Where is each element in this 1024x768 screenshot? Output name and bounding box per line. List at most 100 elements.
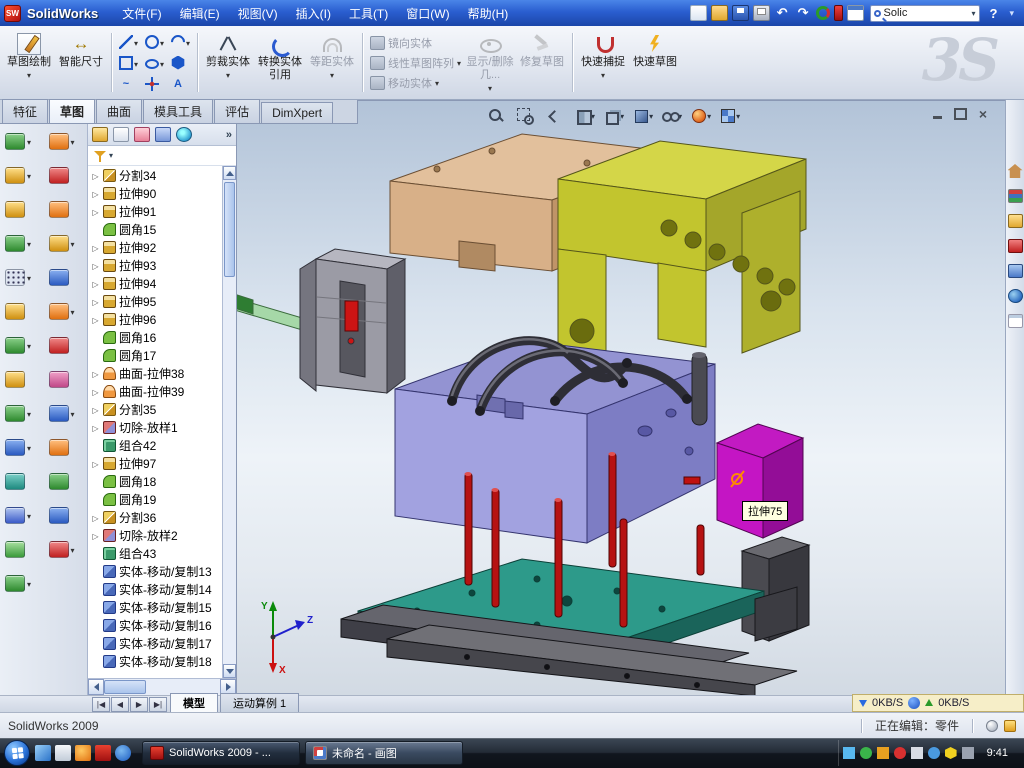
tray-icon[interactable] — [911, 747, 923, 759]
expand-arrow-icon[interactable] — [91, 528, 100, 542]
feature-manager-tab-icon[interactable] — [92, 127, 108, 142]
task-paint[interactable]: 未命名 - 画图 — [305, 741, 463, 765]
tree-item[interactable]: 拉伸96 — [88, 310, 222, 328]
filter-dropdown-icon[interactable]: ▾ — [109, 151, 113, 160]
minimize-button[interactable] — [929, 107, 945, 121]
offset-entities-button[interactable]: 等距实体 — [307, 29, 357, 96]
tree-item[interactable]: 实体-移动/复制16 — [88, 616, 222, 634]
feature-tool-icon[interactable] — [49, 404, 88, 422]
menu-item[interactable]: 窗口(W) — [398, 2, 457, 25]
quick-snaps-button[interactable]: 快速捕捉 — [578, 29, 628, 96]
tree-item[interactable]: 实体-移动/复制14 — [88, 580, 222, 598]
tree-item[interactable]: 拉伸92 — [88, 238, 222, 256]
feature-tool-icon[interactable] — [5, 200, 44, 218]
tree-item[interactable]: 切除-放样2 — [88, 526, 222, 544]
tree-item[interactable]: 实体-移动/复制17 — [88, 634, 222, 652]
tree-item[interactable]: 圆角19 — [88, 490, 222, 508]
tab-dimxpert[interactable]: DimXpert — [261, 102, 333, 123]
mirror-entities-button[interactable]: 镜向实体 — [370, 34, 461, 52]
sheet-icon[interactable] — [847, 5, 864, 21]
expand-arrow-icon[interactable] — [91, 168, 100, 182]
toolbar-overflow-icon[interactable]: ▾ — [1007, 8, 1016, 19]
quick-launch-media-icon[interactable] — [75, 745, 91, 761]
feature-tool-icon[interactable] — [49, 234, 88, 252]
feature-tool-icon[interactable] — [49, 200, 88, 218]
tree-item[interactable]: 分割34 — [88, 166, 222, 184]
scrollbar-thumb[interactable] — [104, 680, 146, 694]
scroll-down-button[interactable] — [223, 664, 236, 678]
clamp-part[interactable] — [300, 249, 405, 393]
open-icon[interactable] — [711, 5, 728, 21]
net-monitor-icon[interactable] — [908, 697, 920, 709]
menu-item[interactable]: 文件(F) — [114, 2, 169, 25]
ellipse-icon[interactable] — [145, 54, 164, 72]
prev-tab-button[interactable]: ◀ — [111, 697, 129, 712]
menu-item[interactable]: 编辑(E) — [172, 2, 228, 25]
repair-sketch-button[interactable]: 修复草图 — [517, 29, 567, 96]
save-icon[interactable] — [732, 5, 749, 21]
start-button[interactable] — [4, 740, 30, 766]
expand-arrow-icon[interactable] — [91, 312, 100, 326]
flyout-arrow-icon[interactable] — [27, 438, 31, 456]
tree-item[interactable]: 圆角17 — [88, 346, 222, 364]
zoom-fit-icon[interactable] — [487, 106, 508, 124]
panel-chevron-icon[interactable]: » — [226, 129, 232, 141]
quick-launch-browser-icon[interactable] — [115, 745, 131, 761]
move-entities-button[interactable]: 移动实体 — [370, 74, 461, 92]
section-view-icon[interactable] — [574, 106, 595, 124]
tree-item[interactable]: 实体-移动/复制18 — [88, 652, 222, 670]
configuration-manager-tab-icon[interactable] — [134, 127, 150, 142]
expand-arrow-icon[interactable] — [91, 384, 100, 398]
linear-sketch-pattern-button[interactable]: 线性草图阵列 — [370, 54, 461, 72]
tree-item[interactable]: 曲面-拉伸39 — [88, 382, 222, 400]
display-delete-relations-button[interactable]: 显示/删除几... — [465, 29, 515, 96]
feature-tool-icon[interactable] — [5, 302, 44, 320]
restore-button[interactable] — [952, 107, 968, 121]
new-document-icon[interactable] — [690, 5, 707, 21]
feature-tool-icon[interactable] — [5, 268, 44, 286]
rapid-sketch-button[interactable]: 快速草图 — [630, 29, 680, 96]
expand-arrow-icon[interactable] — [91, 366, 100, 380]
feature-tool-icon[interactable] — [5, 166, 44, 184]
flyout-arrow-icon[interactable] — [71, 234, 75, 252]
edit-appearance-icon[interactable] — [690, 106, 711, 124]
tray-icon[interactable] — [894, 747, 906, 759]
tab-evaluate[interactable]: 评估 — [214, 99, 260, 123]
rod-part[interactable] — [237, 293, 309, 332]
feature-tool-icon[interactable] — [49, 302, 88, 320]
view-palette-icon[interactable] — [1008, 264, 1023, 278]
quick-launch-desktop-icon[interactable] — [35, 745, 51, 761]
print-icon[interactable] — [753, 5, 770, 21]
tab-surfaces[interactable]: 曲面 — [96, 99, 142, 123]
quick-launch-solidworks-icon[interactable] — [95, 745, 111, 761]
flyout-arrow-icon[interactable] — [71, 132, 75, 150]
tree-item[interactable]: 实体-移动/复制15 — [88, 598, 222, 616]
palette-icon[interactable] — [1008, 239, 1023, 253]
file-explorer-icon[interactable] — [1008, 214, 1023, 228]
display-style-icon[interactable] — [632, 106, 653, 124]
feature-tool-icon[interactable] — [49, 336, 88, 354]
hide-show-items-icon[interactable] — [661, 106, 682, 124]
appearances-icon[interactable] — [1008, 289, 1023, 303]
tree-item[interactable]: 拉伸90 — [88, 184, 222, 202]
tray-icon[interactable] — [962, 747, 974, 759]
flyout-arrow-icon[interactable] — [71, 302, 75, 320]
expand-arrow-icon[interactable] — [91, 402, 100, 416]
graphics-area[interactable]: Y Z X — [237, 100, 1005, 695]
motion-study-tab[interactable]: 运动算例 1 — [220, 693, 299, 712]
flyout-arrow-icon[interactable] — [71, 404, 75, 422]
tray-icon[interactable] — [877, 747, 889, 759]
custom-properties-icon[interactable] — [1008, 314, 1023, 328]
expand-arrow-icon[interactable] — [91, 240, 100, 254]
resources-home-icon[interactable] — [1008, 164, 1023, 178]
tab-features[interactable]: 特征 — [2, 99, 48, 123]
tree-item[interactable]: 拉伸91 — [88, 202, 222, 220]
tree-item[interactable]: 圆角18 — [88, 472, 222, 490]
menu-item[interactable]: 帮助(H) — [460, 2, 517, 25]
tree-item[interactable]: 实体-移动/复制13 — [88, 562, 222, 580]
task-solidworks[interactable]: SolidWorks 2009 - ... — [142, 741, 300, 765]
undo-icon[interactable] — [774, 5, 791, 21]
feature-tool-icon[interactable] — [49, 370, 88, 388]
feature-tool-icon[interactable] — [5, 234, 44, 252]
flyout-arrow-icon[interactable] — [27, 506, 31, 524]
